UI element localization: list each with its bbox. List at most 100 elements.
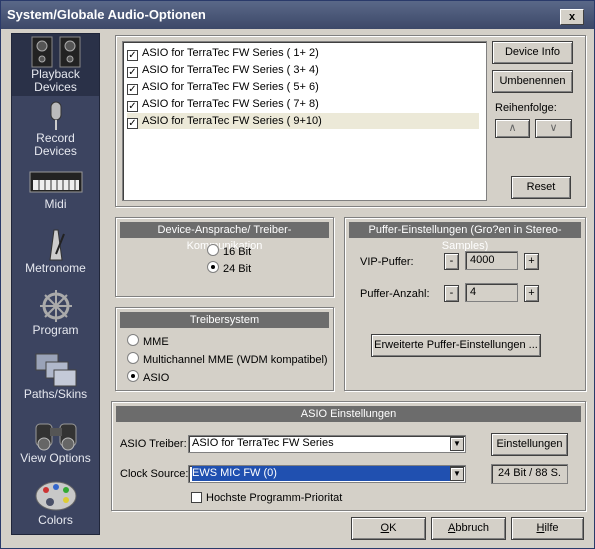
radio-asio-label: ASIO bbox=[143, 372, 170, 384]
binoculars-icon bbox=[35, 423, 76, 451]
radio-multichannel-label: Multichannel MME (WDM kompatibel) bbox=[143, 354, 328, 366]
vip-plus-button[interactable]: + bbox=[524, 253, 539, 270]
radio-circle[interactable] bbox=[127, 334, 139, 346]
sidebar-item-colors[interactable]: Colors bbox=[12, 478, 99, 532]
list-item[interactable]: ✓ ASIO for TerraTec FW Series ( 7+ 8) bbox=[127, 96, 319, 112]
device-checkbox[interactable]: ✓ bbox=[127, 101, 138, 112]
driver-comm-title: Device-Ansprache/ Treiber-Kommunikation bbox=[120, 222, 329, 252]
metronome-icon bbox=[48, 229, 65, 261]
radio-circle[interactable] bbox=[127, 370, 139, 382]
sidebar-item-view-options[interactable]: View Options bbox=[12, 416, 99, 472]
sidebar-label-midi: Midi bbox=[44, 197, 67, 211]
sidebar-label-view-options: View Options bbox=[20, 451, 91, 465]
device-label: ASIO for TerraTec FW Series ( 3+ 4) bbox=[142, 64, 319, 76]
sidebar-item-playback-devices[interactable]: Playback Devices bbox=[12, 34, 99, 96]
advanced-buffer-button[interactable]: Erweiterte Puffer-Einstellungen ... bbox=[371, 334, 541, 357]
device-checkbox[interactable]: ✓ bbox=[127, 118, 138, 129]
sidebar-label-metronome: Metronome bbox=[25, 261, 86, 275]
radio-24bit[interactable]: 24 Bit bbox=[207, 261, 251, 275]
asio-title: ASIO Einstellungen bbox=[116, 406, 581, 422]
radio-asio[interactable]: ASIO bbox=[127, 370, 169, 384]
list-item[interactable]: ✓ ASIO for TerraTec FW Series ( 3+ 4) bbox=[127, 62, 319, 78]
radio-multichannel-mme[interactable]: Multichannel MME (WDM kompatibel) bbox=[127, 352, 328, 366]
cancel-button[interactable]: Abbruch bbox=[431, 517, 506, 540]
priority-checkbox-row[interactable]: Hochste Programm-Prioritat bbox=[191, 492, 342, 504]
sidebar-label-playback-2: Devices bbox=[34, 80, 77, 94]
device-checkbox[interactable]: ✓ bbox=[127, 84, 138, 95]
sidebar-item-metronome[interactable]: Metronome bbox=[12, 226, 99, 280]
title-bar[interactable]: System/Globale Audio-Optionen x bbox=[1, 1, 594, 29]
vip-buffer-field[interactable]: 4000 bbox=[465, 251, 518, 270]
radio-circle[interactable] bbox=[207, 261, 219, 273]
list-item[interactable]: ✓ ASIO for TerraTec FW Series ( 1+ 2) bbox=[127, 45, 319, 61]
vip-minus-button[interactable]: - bbox=[444, 253, 459, 270]
radio-circle[interactable] bbox=[207, 244, 219, 256]
rename-button[interactable]: Umbenennen bbox=[492, 70, 573, 93]
folders-icon bbox=[35, 353, 76, 387]
sidebar-label-program: Program bbox=[32, 323, 79, 337]
cancel-rest: bbruch bbox=[455, 522, 489, 534]
speakers-icon bbox=[31, 36, 80, 68]
help-button[interactable]: Hilfe bbox=[511, 517, 584, 540]
sidebar: Playback Devices Record Devices Midi Met… bbox=[11, 33, 100, 535]
clock-source-value: EWS MIC FW (0) bbox=[192, 466, 450, 481]
asio-settings-button[interactable]: Einstellungen bbox=[491, 433, 568, 456]
format-display: 24 Bit / 88 S. bbox=[491, 464, 568, 484]
list-item[interactable]: ✓ ASIO for TerraTec FW Series ( 5+ 6) bbox=[127, 79, 319, 95]
asio-driver-select[interactable]: ASIO for TerraTec FW Series ▼ bbox=[188, 435, 466, 453]
device-label: ASIO for TerraTec FW Series ( 7+ 8) bbox=[142, 98, 319, 110]
sidebar-label-record-2: Devices bbox=[34, 144, 77, 158]
sidebar-item-program[interactable]: Program bbox=[12, 288, 99, 342]
sidebar-label-colors: Colors bbox=[38, 513, 73, 527]
device-list[interactable]: ✓ ASIO for TerraTec FW Series ( 1+ 2) ✓ AS… bbox=[122, 41, 487, 201]
sidebar-label-paths: Paths/Skins bbox=[23, 387, 88, 401]
count-plus-button[interactable]: + bbox=[524, 285, 539, 302]
priority-label: Hochste Programm-Prioritat bbox=[206, 492, 343, 504]
ok-rest: K bbox=[389, 522, 397, 534]
buffer-count-label: Puffer-Anzahl: bbox=[360, 288, 430, 300]
move-down-button[interactable]: ∨ bbox=[535, 119, 572, 138]
buffer-group: Puffer-Einstellungen (Gro?en in Stereo-S… bbox=[344, 217, 586, 391]
asio-group: ASIO Einstellungen bbox=[111, 401, 586, 511]
priority-checkbox[interactable] bbox=[191, 492, 202, 503]
vip-buffer-label: VIP-Puffer: bbox=[360, 256, 414, 268]
clock-source-label: Clock Source: bbox=[120, 468, 189, 480]
radio-mme-label: MME bbox=[143, 336, 169, 348]
ok-mnemonic: O bbox=[380, 522, 390, 534]
asio-driver-label: ASIO Treiber: bbox=[120, 438, 187, 450]
device-checkbox[interactable]: ✓ bbox=[127, 67, 138, 78]
window-title: System/Globale Audio-Optionen bbox=[7, 7, 206, 22]
radio-16bit[interactable]: 16 Bit bbox=[207, 244, 251, 258]
buffer-count-field[interactable]: 4 bbox=[465, 283, 518, 302]
helm-icon bbox=[39, 290, 72, 322]
move-up-button[interactable]: ∧ bbox=[495, 119, 530, 138]
help-rest: ilfe bbox=[544, 522, 559, 534]
sidebar-item-midi[interactable]: Midi bbox=[12, 164, 99, 216]
device-info-button[interactable]: Device Info bbox=[492, 41, 573, 64]
radio-24bit-label: 24 Bit bbox=[223, 263, 252, 275]
count-minus-button[interactable]: - bbox=[444, 285, 459, 302]
device-label: ASIO for TerraTec FW Series ( 1+ 2) bbox=[142, 47, 319, 59]
sidebar-item-paths-skins[interactable]: Paths/Skins bbox=[12, 350, 99, 406]
options-window: System/Globale Audio-Optionen x Playback… bbox=[0, 0, 595, 549]
keyboard-icon bbox=[29, 171, 82, 193]
driver-system-title: Treibersystem bbox=[120, 312, 329, 328]
radio-circle[interactable] bbox=[127, 352, 139, 364]
buffer-title: Puffer-Einstellungen (Gro?en in Stereo-S… bbox=[349, 222, 581, 252]
list-item-selected[interactable]: ✓ ASIO for TerraTec FW Series ( 9+10) bbox=[127, 113, 479, 129]
asio-driver-value: ASIO for TerraTec FW Series bbox=[192, 437, 334, 449]
sidebar-item-record-devices[interactable]: Record Devices bbox=[12, 100, 99, 158]
device-label: ASIO for TerraTec FW Series ( 5+ 6) bbox=[142, 81, 319, 93]
ok-button[interactable]: OK bbox=[351, 517, 426, 540]
radio-mme[interactable]: MME bbox=[127, 334, 169, 348]
order-label: Reihenfolge: bbox=[495, 102, 557, 114]
clock-source-select[interactable]: EWS MIC FW (0) ▼ bbox=[188, 465, 466, 483]
device-checkbox[interactable]: ✓ bbox=[127, 50, 138, 61]
microphone-icon bbox=[50, 101, 61, 130]
chevron-down-icon[interactable]: ▼ bbox=[450, 437, 464, 451]
radio-16bit-label: 16 Bit bbox=[223, 246, 252, 258]
close-button[interactable]: x bbox=[560, 9, 584, 25]
chevron-down-icon[interactable]: ▼ bbox=[450, 467, 464, 481]
reset-button[interactable]: Reset bbox=[511, 176, 571, 199]
device-label: ASIO for TerraTec FW Series ( 9+10) bbox=[142, 115, 322, 127]
